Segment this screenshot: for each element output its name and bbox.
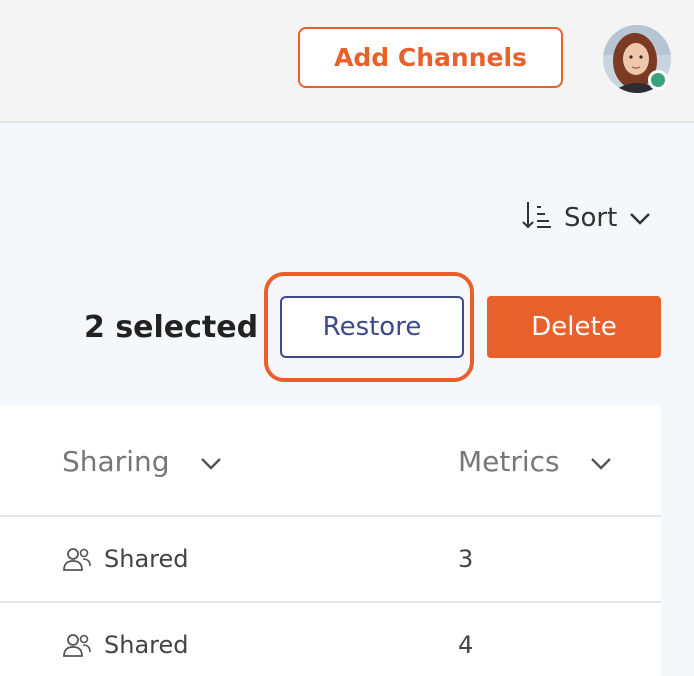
restore-button[interactable]: Restore: [280, 296, 464, 358]
metrics-header-label: Metrics: [458, 445, 560, 478]
metrics-cell: 3: [458, 545, 473, 573]
chevron-down-icon[interactable]: [200, 445, 222, 478]
sharing-cell: Shared: [62, 631, 189, 659]
column-header-sharing[interactable]: Sharing: [62, 445, 222, 478]
sharing-header-label: Sharing: [62, 445, 170, 478]
channels-table: Sharing Metrics Shared 3 Shared 4: [0, 405, 661, 676]
chevron-down-icon[interactable]: [590, 445, 612, 478]
selected-count: 2 selected: [84, 310, 259, 345]
online-status-dot: [648, 70, 668, 90]
add-channels-button[interactable]: Add Channels: [298, 27, 563, 88]
top-header: Add Channels: [0, 0, 694, 123]
chevron-down-icon: [629, 203, 651, 233]
metrics-value: 3: [458, 545, 474, 573]
column-header-metrics[interactable]: Metrics: [458, 445, 612, 478]
metrics-value: 4: [458, 631, 474, 659]
delete-button[interactable]: Delete: [487, 296, 661, 358]
row-divider: [0, 515, 661, 517]
metrics-cell: 4: [458, 631, 473, 659]
sharing-value: Shared: [104, 631, 189, 659]
row-divider: [0, 601, 661, 603]
sharing-cell: Shared: [62, 545, 189, 573]
users-icon: [62, 546, 92, 572]
users-icon: [62, 632, 92, 658]
sort-dropdown[interactable]: Sort: [520, 198, 670, 238]
sharing-value: Shared: [104, 545, 189, 573]
sort-label: Sort: [564, 203, 618, 233]
sort-icon: [520, 199, 552, 238]
